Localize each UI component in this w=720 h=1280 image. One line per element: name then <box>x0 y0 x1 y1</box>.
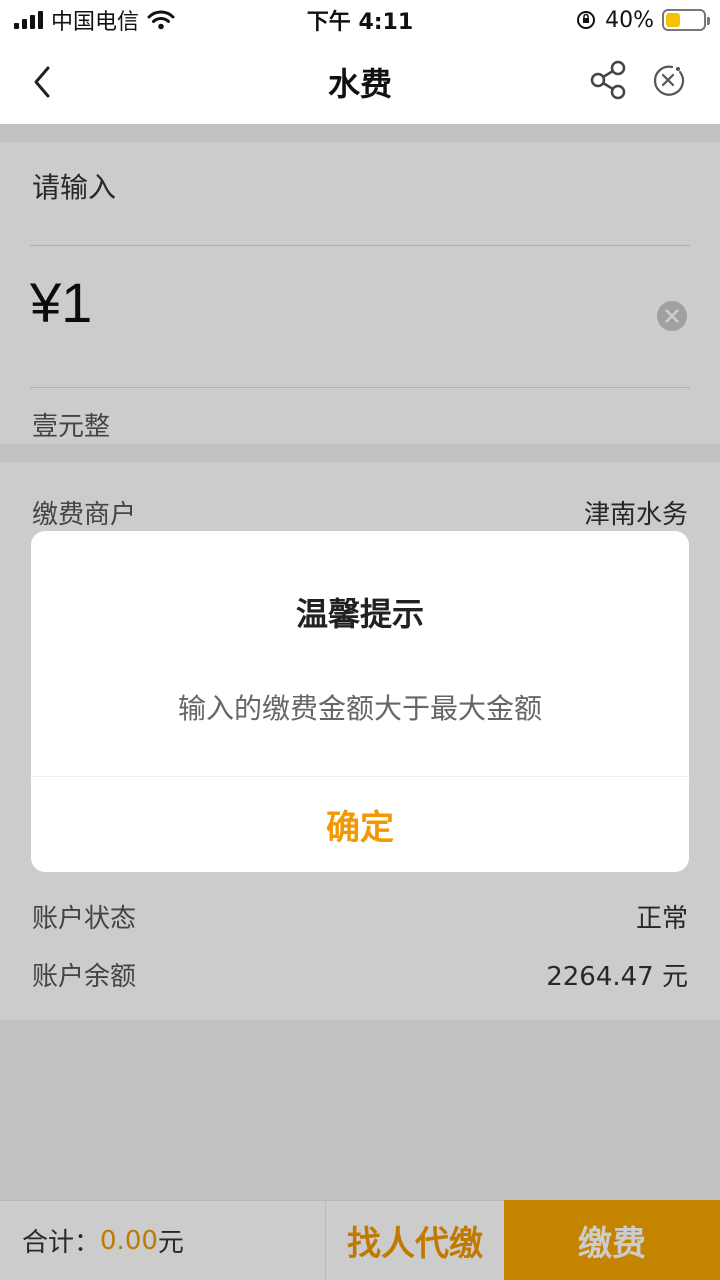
wifi-icon <box>147 10 175 30</box>
back-button[interactable] <box>26 62 66 102</box>
status-bar: 中国电信 下午 4:11 40% <box>0 0 720 40</box>
clock: 下午 4:11 <box>306 10 414 35</box>
battery-icon <box>662 9 710 31</box>
dialog-message: 输入的缴费金额大于最大金额 <box>177 692 542 725</box>
dialog-title: 温馨提示 <box>295 595 424 633</box>
alert-dialog: 温馨提示 输入的缴费金额大于最大金额 确定 <box>31 531 689 872</box>
carrier-name: 中国电信 <box>51 10 140 35</box>
signal-icon <box>14 11 43 29</box>
close-circle-icon[interactable] <box>650 62 686 98</box>
page-title: 水费 <box>327 65 392 103</box>
rotation-lock-icon <box>577 11 596 29</box>
battery-level <box>666 13 681 27</box>
dialog-confirm-button[interactable]: 确定 <box>31 777 689 872</box>
share-icon[interactable] <box>588 58 632 102</box>
nav-bar: 水费 <box>0 40 720 124</box>
battery-percent: 40% <box>605 7 654 33</box>
